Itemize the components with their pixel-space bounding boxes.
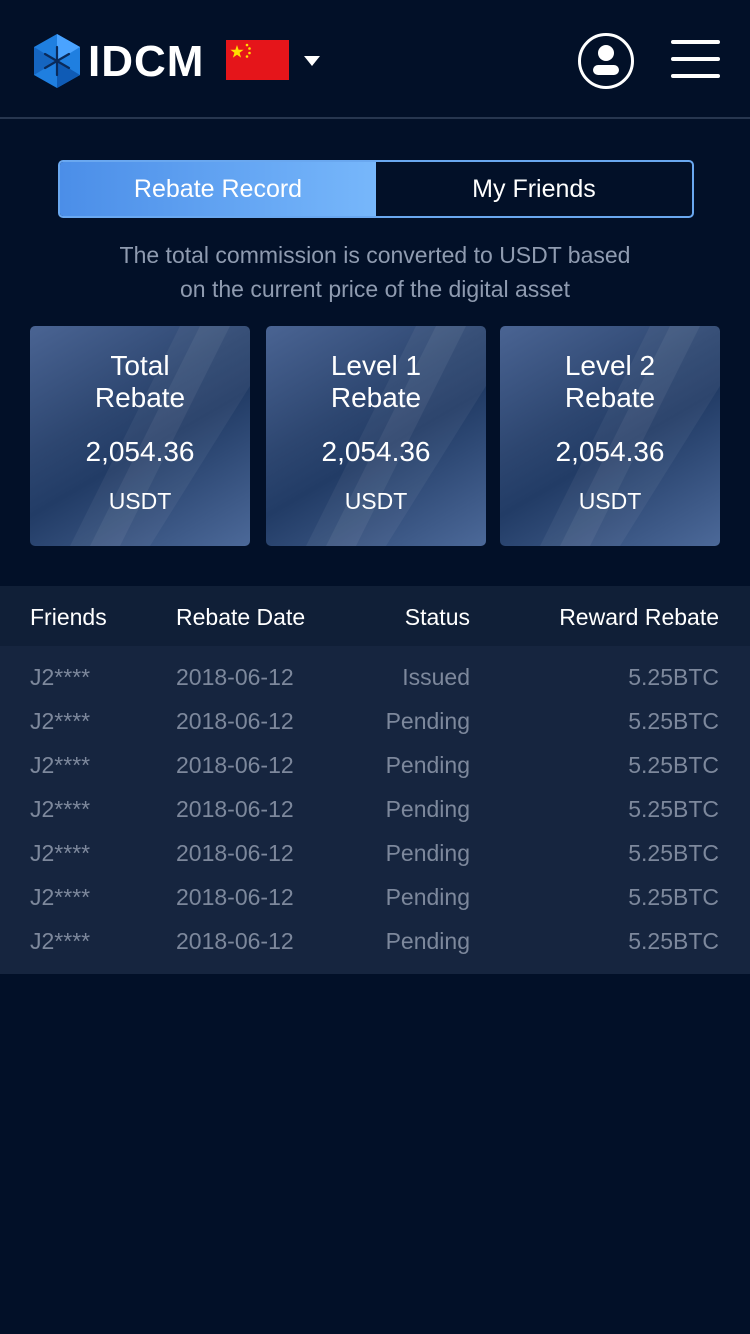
card-title: Level 1 Rebate [266,350,486,414]
tab-my-friends[interactable]: My Friends [376,162,692,216]
card-title-line: Rebate [564,382,656,413]
reward-cell: 5.25BTC [628,664,719,690]
table-row: J2**** 2018-06-12 Pending 5.25BTC [0,928,750,972]
total-rebate-card: Total Rebate 2,054.36 USDT [30,326,250,546]
reward-cell: 5.25BTC [628,796,719,822]
status-cell: Pending [385,752,470,778]
hamburger-menu-icon[interactable] [671,40,721,80]
user-icon[interactable] [578,33,634,89]
reward-cell: 5.25BTC [628,840,719,866]
date-cell: 2018-06-12 [176,708,294,734]
friend-cell: J2**** [30,664,91,690]
friend-cell: J2**** [30,840,91,866]
date-cell: 2018-06-12 [176,884,294,910]
commission-note: The total commission is converted to USD… [60,238,690,306]
friend-cell: J2**** [30,884,91,910]
card-unit: USDT [108,488,172,514]
date-cell: 2018-06-12 [176,840,294,866]
card-title-line: Level 1 [330,350,422,381]
commission-note-line: The total commission is converted to USD… [119,242,631,268]
brand-name: IDCM [88,37,205,86]
status-cell: Pending [385,840,470,866]
table-header: Friends Rebate Date Status Reward Rebate [0,586,750,646]
table-row: J2**** 2018-06-12 Issued 5.25BTC [0,664,750,708]
reward-cell: 5.25BTC [628,884,719,910]
reward-cell: 5.25BTC [628,708,719,734]
card-title-line: Rebate [330,382,422,413]
date-cell: 2018-06-12 [176,796,294,822]
card-title: Level 2 Rebate [500,350,720,414]
card-title: Total Rebate [30,350,250,414]
column-header-status: Status [404,604,470,630]
card-unit: USDT [578,488,642,514]
status-cell: Pending [385,884,470,910]
card-title-line: Rebate [94,382,186,413]
table-row: J2**** 2018-06-12 Pending 5.25BTC [0,752,750,796]
app: IDCM Rebate Record My Friends The total … [0,0,750,1334]
friend-cell: J2**** [30,708,91,734]
commission-note-line: on the current price of the digital asse… [180,276,570,302]
table-body: J2**** 2018-06-12 Issued 5.25BTC J2**** … [0,646,750,974]
card-unit: USDT [344,488,408,514]
header: IDCM [0,0,750,119]
column-header-friends: Friends [30,604,107,630]
date-cell: 2018-06-12 [176,752,294,778]
column-header-reward-rebate: Reward Rebate [559,604,719,630]
idcm-logo-icon[interactable] [33,34,81,88]
card-value: 2,054.36 [321,436,431,467]
card-title-line: Total [110,350,170,381]
menu-bar [671,40,720,44]
friend-cell: J2**** [30,752,91,778]
card-title-line: Level 2 [564,350,656,381]
table-row: J2**** 2018-06-12 Pending 5.25BTC [0,708,750,752]
reward-cell: 5.25BTC [628,928,719,954]
status-cell: Pending [385,928,470,954]
level-2-rebate-card: Level 2 Rebate 2,054.36 USDT [500,326,720,546]
menu-bar [671,57,720,61]
date-cell: 2018-06-12 [176,928,294,954]
china-flag-icon[interactable] [226,40,289,80]
column-header-rebate-date: Rebate Date [176,604,306,630]
caret-down-icon[interactable] [302,54,322,68]
card-value: 2,054.36 [85,436,195,467]
status-cell: Pending [385,708,470,734]
card-value: 2,054.36 [555,436,665,467]
tab-bar: Rebate Record My Friends [58,160,694,218]
friend-cell: J2**** [30,796,91,822]
level-1-rebate-card: Level 1 Rebate 2,054.36 USDT [266,326,486,546]
menu-bar [671,74,720,78]
date-cell: 2018-06-12 [176,664,294,690]
tab-rebate-record[interactable]: Rebate Record [60,162,376,216]
table-row: J2**** 2018-06-12 Pending 5.25BTC [0,884,750,928]
friend-cell: J2**** [30,928,91,954]
status-cell: Pending [385,796,470,822]
status-cell: Issued [402,664,470,690]
table-row: J2**** 2018-06-12 Pending 5.25BTC [0,840,750,884]
reward-cell: 5.25BTC [628,752,719,778]
table-row: J2**** 2018-06-12 Pending 5.25BTC [0,796,750,840]
